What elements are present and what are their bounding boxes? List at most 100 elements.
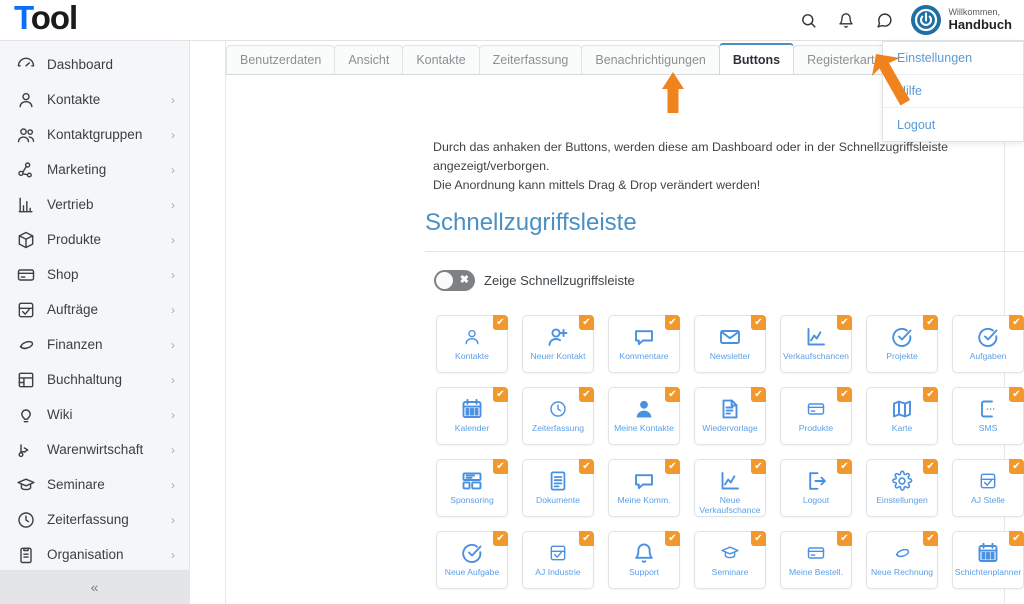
check-icon[interactable]: ✔ bbox=[665, 315, 680, 330]
button-tile[interactable]: ✔ Support bbox=[608, 531, 680, 589]
tab-zeiterfassung[interactable]: Zeiterfassung bbox=[478, 45, 583, 74]
tab-benutzerdaten[interactable]: Benutzerdaten bbox=[226, 45, 336, 74]
check-icon[interactable]: ✔ bbox=[579, 315, 594, 330]
button-tile[interactable]: ✔ Aufgaben bbox=[952, 315, 1024, 373]
check-icon[interactable]: ✔ bbox=[493, 315, 508, 330]
sidebar-item-organisation[interactable]: Organisation › bbox=[0, 537, 189, 570]
button-tile[interactable]: ✔ Kontakte bbox=[436, 315, 508, 373]
check-icon[interactable]: ✔ bbox=[923, 387, 938, 402]
check-icon[interactable]: ✔ bbox=[665, 531, 680, 546]
tab-label: Buttons bbox=[732, 52, 781, 67]
app-root: Tool Willkommen, Handbuch Dashboard Kont… bbox=[0, 0, 1024, 604]
button-tile[interactable]: ✔ Einstellungen bbox=[866, 459, 938, 517]
check-icon[interactable]: ✔ bbox=[493, 387, 508, 402]
sidebar-item-finanzen[interactable]: Finanzen › bbox=[0, 327, 189, 362]
sidebar-item-produkte[interactable]: Produkte › bbox=[0, 222, 189, 257]
sidebar-collapse-button[interactable]: « bbox=[0, 570, 189, 604]
button-tile[interactable]: ✔ Meine Komm. bbox=[608, 459, 680, 517]
sidebar-item-vertrieb[interactable]: Vertrieb › bbox=[0, 187, 189, 222]
check-icon[interactable]: ✔ bbox=[837, 531, 852, 546]
bell-icon[interactable] bbox=[835, 9, 857, 31]
button-tile[interactable]: ✔ Schichtenplanner bbox=[952, 531, 1024, 589]
chat-icon[interactable] bbox=[873, 9, 895, 31]
button-tile[interactable]: ✔ Seminare bbox=[694, 531, 766, 589]
button-tile[interactable]: ✔ Neue Aufgabe bbox=[436, 531, 508, 589]
check-icon[interactable]: ✔ bbox=[1009, 459, 1024, 474]
button-tile-label: Seminare bbox=[711, 567, 749, 577]
button-tile[interactable]: ✔ Sponsoring bbox=[436, 459, 508, 517]
check-icon[interactable]: ✔ bbox=[837, 315, 852, 330]
button-tile[interactable]: ✔ Neue Rechnung bbox=[866, 531, 938, 589]
dropdown-item-logout[interactable]: Logout bbox=[883, 108, 1023, 141]
check-icon[interactable]: ✔ bbox=[923, 531, 938, 546]
button-tile[interactable]: ✔ Kalender bbox=[436, 387, 508, 445]
sidebar-item-buchhaltung[interactable]: Buchhaltung › bbox=[0, 362, 189, 397]
button-tile[interactable]: ✔ Verkaufschancen bbox=[780, 315, 852, 373]
top-bar: Tool Willkommen, Handbuch bbox=[0, 0, 1024, 41]
check-icon[interactable]: ✔ bbox=[1009, 315, 1024, 330]
check-icon[interactable]: ✔ bbox=[579, 459, 594, 474]
button-tile[interactable]: ✔ Neuer Kontakt bbox=[522, 315, 594, 373]
user-icon bbox=[462, 325, 482, 349]
button-tile[interactable]: ✔ Produkte bbox=[780, 387, 852, 445]
search-icon[interactable] bbox=[797, 9, 819, 31]
tab-kontakte[interactable]: Kontakte bbox=[402, 45, 480, 74]
check-icon[interactable]: ✔ bbox=[837, 387, 852, 402]
chevron-right-icon: › bbox=[171, 92, 175, 107]
check-icon[interactable]: ✔ bbox=[1009, 387, 1024, 402]
sidebar-item-kontakte[interactable]: Kontakte › bbox=[0, 82, 189, 117]
card-icon bbox=[806, 397, 826, 421]
button-tile[interactable]: ✔ Newsletter bbox=[694, 315, 766, 373]
sidebar-item-zeiterfassung[interactable]: Zeiterfassung › bbox=[0, 502, 189, 537]
button-tile[interactable]: ✔ AJ Stelle bbox=[952, 459, 1024, 517]
button-tile[interactable]: ✔ SMS bbox=[952, 387, 1024, 445]
tab-buttons[interactable]: Buttons bbox=[718, 43, 795, 74]
sidebar-item-auftr-ge[interactable]: Aufträge › bbox=[0, 292, 189, 327]
check-icon[interactable]: ✔ bbox=[837, 459, 852, 474]
check-icon[interactable]: ✔ bbox=[923, 315, 938, 330]
sidebar-item-wiki[interactable]: Wiki › bbox=[0, 397, 189, 432]
sidebar-item-kontaktgruppen[interactable]: Kontaktgruppen › bbox=[0, 117, 189, 152]
grid-icon bbox=[16, 370, 36, 390]
check-icon[interactable]: ✔ bbox=[751, 459, 766, 474]
button-tile[interactable]: ✔ Karte bbox=[866, 387, 938, 445]
button-tile[interactable]: ✔ Meine Bestell. bbox=[780, 531, 852, 589]
tab-ansicht[interactable]: Ansicht bbox=[334, 45, 404, 74]
sidebar-item-shop[interactable]: Shop › bbox=[0, 257, 189, 292]
check-icon[interactable]: ✔ bbox=[751, 531, 766, 546]
check-icon[interactable]: ✔ bbox=[665, 459, 680, 474]
check-icon[interactable]: ✔ bbox=[751, 315, 766, 330]
clipboard-icon bbox=[16, 545, 36, 565]
sidebar-item-seminare[interactable]: Seminare › bbox=[0, 467, 189, 502]
sidebar-collapse-glyph: « bbox=[90, 579, 99, 595]
check-icon[interactable]: ✔ bbox=[493, 459, 508, 474]
button-tile[interactable]: ✔ Wiedervorlage bbox=[694, 387, 766, 445]
sidebar-item-marketing[interactable]: Marketing › bbox=[0, 152, 189, 187]
button-tile[interactable]: ✔ Projekte bbox=[866, 315, 938, 373]
sidebar-item-warenwirtschaft[interactable]: Warenwirtschaft › bbox=[0, 432, 189, 467]
brand-logo[interactable]: Tool bbox=[0, 0, 78, 41]
button-tile[interactable]: ✔ AJ Industrie bbox=[522, 531, 594, 589]
check-icon[interactable]: ✔ bbox=[579, 531, 594, 546]
button-tile[interactable]: ✔ Zeiterfassung bbox=[522, 387, 594, 445]
button-tile-label: Sponsoring bbox=[450, 495, 494, 505]
tab-benachrichtigungen[interactable]: Benachrichtigungen bbox=[581, 45, 720, 74]
button-tile[interactable]: ✔ Dokumente bbox=[522, 459, 594, 517]
sidebar-item-dashboard[interactable]: Dashboard bbox=[0, 47, 189, 82]
check-icon[interactable]: ✔ bbox=[1009, 531, 1024, 546]
button-tile[interactable]: ✔ Kommentare bbox=[608, 315, 680, 373]
button-tile[interactable]: ✔ Neue Verkaufschance bbox=[694, 459, 766, 517]
button-tile[interactable]: ✔ Logout bbox=[780, 459, 852, 517]
dropdown-item-hilfe[interactable]: Hilfe bbox=[883, 75, 1023, 108]
check-icon[interactable]: ✔ bbox=[665, 387, 680, 402]
check-icon[interactable]: ✔ bbox=[751, 387, 766, 402]
user-menu[interactable]: Willkommen, Handbuch bbox=[911, 5, 1012, 35]
chevron-right-icon: › bbox=[171, 477, 175, 492]
button-tile[interactable]: ✔ Meine Kontakte bbox=[608, 387, 680, 445]
quickbar-toggle-label: Zeige Schnellzugriffsleiste bbox=[484, 273, 635, 288]
check-icon[interactable]: ✔ bbox=[493, 531, 508, 546]
dropdown-item-einstellungen[interactable]: Einstellungen bbox=[883, 42, 1023, 75]
check-icon[interactable]: ✔ bbox=[923, 459, 938, 474]
check-icon[interactable]: ✔ bbox=[579, 387, 594, 402]
quickbar-toggle[interactable]: ✖ bbox=[434, 270, 475, 291]
